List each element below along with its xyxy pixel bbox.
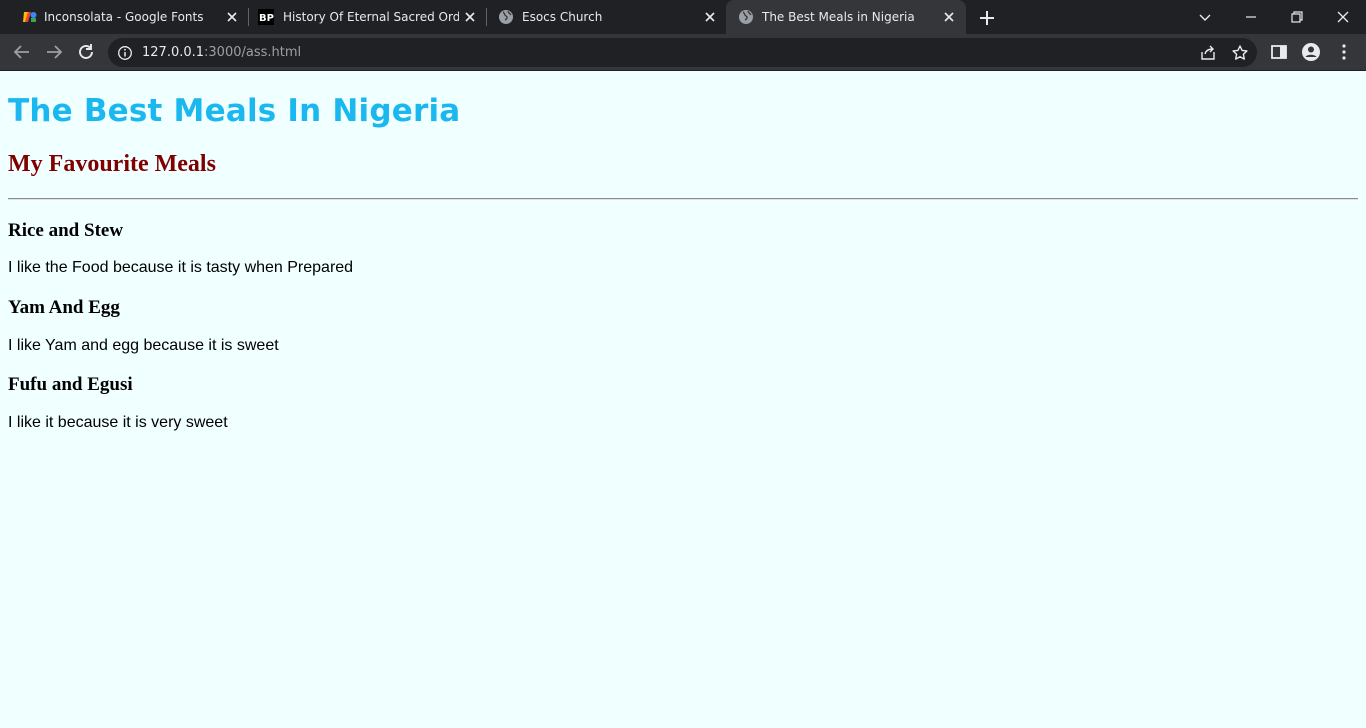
- google-fonts-icon: [23, 12, 37, 22]
- tab-strip: Inconsolata - Google Fonts BP History Of…: [0, 0, 1366, 34]
- meal-description: I like the Food because it is tasty when…: [8, 259, 354, 276]
- menu-kebab-icon[interactable]: [1334, 42, 1354, 62]
- meal-heading: Yam And Egg: [8, 297, 120, 318]
- page-subtitle: My Favourite Meals: [8, 151, 216, 177]
- svg-text:BP: BP: [259, 13, 274, 24]
- close-icon[interactable]: [462, 9, 478, 25]
- url-text[interactable]: 127.0.0.1:3000/ass.html: [142, 45, 301, 61]
- share-icon[interactable]: [1199, 44, 1217, 62]
- site-info-icon[interactable]: [117, 45, 133, 61]
- browser-toolbar: 127.0.0.1:3000/ass.html: [0, 34, 1366, 71]
- page-content: The Best Meals In Nigeria My Favourite M…: [0, 71, 1366, 728]
- page-title: The Best Meals In Nigeria: [8, 93, 461, 129]
- profile-avatar-icon[interactable]: [1301, 42, 1321, 62]
- address-bar[interactable]: 127.0.0.1:3000/ass.html: [108, 38, 1257, 67]
- tab-title: History Of Eternal Sacred Order C: [283, 10, 459, 24]
- reload-icon[interactable]: [75, 41, 97, 63]
- close-icon[interactable]: [224, 9, 240, 25]
- meal-description: I like it because it is very sweet: [8, 414, 228, 431]
- tab-title: The Best Meals in Nigeria: [762, 10, 915, 24]
- bp-site-icon: BP: [258, 9, 274, 25]
- tab-title: Inconsolata - Google Fonts: [44, 10, 204, 24]
- tab-title: Esocs Church: [522, 10, 603, 24]
- tab-search-chevron-icon[interactable]: [1194, 6, 1216, 28]
- meal-heading: Rice and Stew: [8, 220, 124, 241]
- meal-description: I like Yam and egg because it is sweet: [8, 337, 279, 354]
- globe-icon: [739, 10, 753, 24]
- bookmark-star-icon[interactable]: [1231, 44, 1249, 62]
- close-icon[interactable]: [941, 9, 957, 25]
- side-panel-icon[interactable]: [1269, 42, 1289, 62]
- tab-google-fonts[interactable]: Inconsolata - Google Fonts: [8, 0, 248, 34]
- url-path: :3000/ass.html: [204, 45, 302, 60]
- close-window-icon[interactable]: [1332, 6, 1354, 28]
- tab-history-esocs[interactable]: BP History Of Eternal Sacred Order C: [248, 0, 486, 34]
- url-host: 127.0.0.1: [142, 45, 205, 60]
- meal-heading: Fufu and Egusi: [8, 374, 133, 395]
- minimize-icon[interactable]: [1240, 6, 1262, 28]
- tab-best-meals[interactable]: The Best Meals in Nigeria: [726, 0, 966, 34]
- close-icon[interactable]: [702, 9, 718, 25]
- forward-arrow-icon[interactable]: [43, 41, 65, 63]
- divider: [8, 198, 1358, 200]
- restore-icon[interactable]: [1286, 6, 1308, 28]
- globe-icon: [499, 10, 513, 24]
- new-tab-icon[interactable]: [977, 8, 997, 28]
- back-arrow-icon[interactable]: [11, 41, 33, 63]
- tab-esocs-church[interactable]: Esocs Church: [486, 0, 726, 34]
